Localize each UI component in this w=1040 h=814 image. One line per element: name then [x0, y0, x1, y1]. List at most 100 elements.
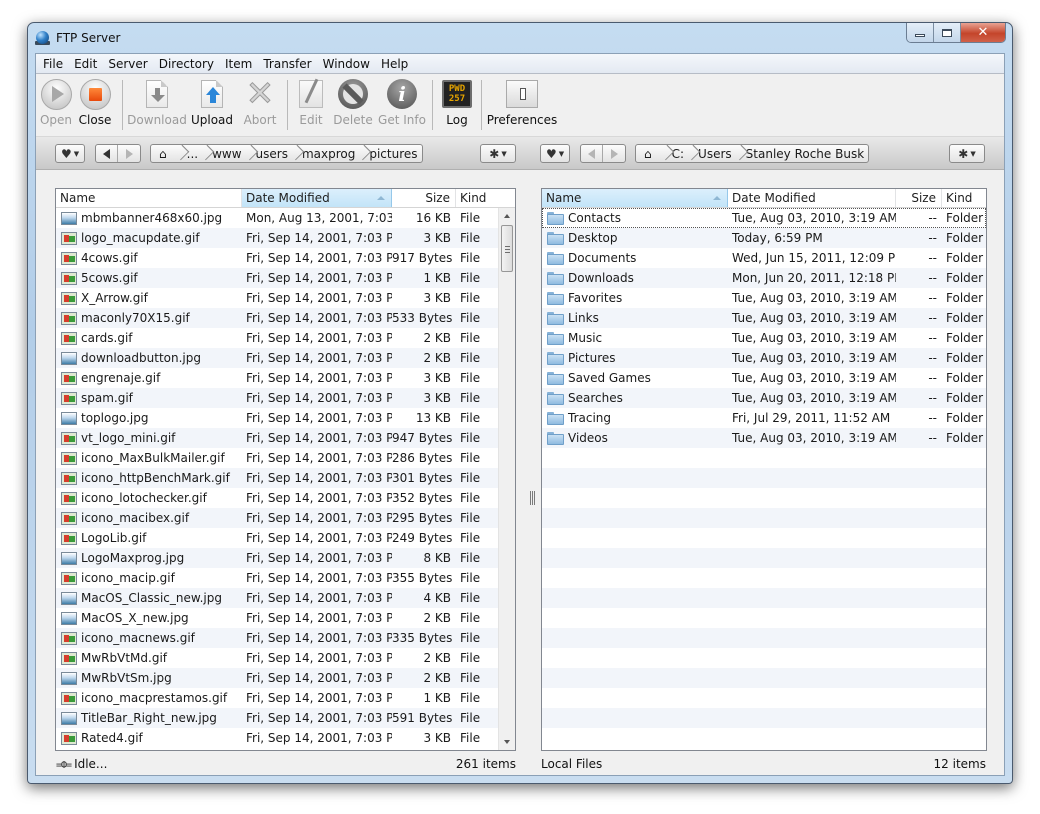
folder-row[interactable]: Music Tue, Aug 03, 2010, 3:19 AM -- Folder — [542, 328, 986, 348]
file-row[interactable]: icono_macip.gif Fri, Sep 14, 2001, 7:03 P… — [56, 568, 499, 588]
minimize-button[interactable] — [907, 23, 934, 42]
file-row[interactable]: LogoLib.gif Fri, Sep 14, 2001, 7:03 PM 249… — [56, 528, 499, 548]
folder-row[interactable]: Contacts Tue, Aug 03, 2010, 3:19 AM -- Fold… — [542, 208, 986, 228]
file-row[interactable]: 4cows.gif Fri, Sep 14, 2001, 7:03 PM 917 B… — [56, 248, 499, 268]
file-size: 13 KB — [415, 411, 451, 425]
menu-file[interactable]: File — [39, 57, 70, 71]
file-row[interactable]: downloadbutton.jpg Fri, Sep 14, 2001, 7:0… — [56, 348, 499, 368]
remote-scrollbar[interactable] — [498, 208, 515, 750]
menu-edit[interactable]: Edit — [70, 57, 104, 71]
folder-row[interactable]: Saved Games Tue, Aug 03, 2010, 3:19 AM -- F… — [542, 368, 986, 388]
file-row[interactable]: maconly70X15.gif Fri, Sep 14, 2001, 7:03 … — [56, 308, 499, 328]
breadcrumb-item[interactable]: pictures — [367, 145, 421, 162]
empty-row — [542, 608, 986, 628]
scroll-up-icon[interactable] — [504, 214, 510, 218]
local-actions-button[interactable]: ✱ ▼ — [949, 144, 985, 163]
crumb-separator — [246, 145, 254, 162]
column-name[interactable]: Name — [542, 189, 728, 207]
local-forward-button[interactable] — [603, 145, 625, 162]
column-kind[interactable]: Kind — [456, 189, 500, 207]
file-row[interactable]: engrenaje.gif Fri, Sep 14, 2001, 7:03 PM 3… — [56, 368, 499, 388]
folder-name: Music — [568, 331, 603, 345]
menu-directory[interactable]: Directory — [155, 57, 221, 71]
column-date-modified[interactable]: Date Modified — [728, 189, 896, 207]
file-row[interactable]: toplogo.jpg Fri, Sep 14, 2001, 7:03 PM 13 … — [56, 408, 499, 428]
close-connection-button[interactable]: Close — [72, 74, 118, 132]
column-name[interactable]: Name — [56, 189, 242, 207]
crumb-separator — [292, 145, 300, 162]
column-kind[interactable]: Kind — [942, 189, 986, 207]
local-favorites-button[interactable]: ♥ ▼ — [540, 144, 571, 163]
download-button[interactable]: Download — [127, 74, 187, 132]
menu-window[interactable]: Window — [319, 57, 377, 71]
folder-row[interactable]: Desktop Today, 6:59 PM -- Folder — [542, 228, 986, 248]
breadcrumb-item[interactable]: Stanley Roche Busk — [744, 145, 869, 162]
remote-home-crumb[interactable]: ⌂ — [151, 145, 177, 162]
remote-file-list[interactable]: Name Date Modified Size Kind mbmbanner46… — [55, 188, 516, 751]
pane-splitter-handle[interactable] — [530, 491, 536, 505]
preferences-button[interactable]: Preferences — [486, 74, 558, 132]
file-row[interactable]: Rated4.gif Fri, Sep 14, 2001, 7:03 PM 3 KB… — [56, 728, 499, 748]
file-row[interactable]: icono_macprestamos.gif Fri, Sep 14, 2001,… — [56, 688, 499, 708]
folder-row[interactable]: Pictures Tue, Aug 03, 2010, 3:19 AM -- Fold… — [542, 348, 986, 368]
title-bar[interactable]: FTP Server ✕ — [28, 23, 1012, 53]
file-row[interactable]: cards.gif Fri, Sep 14, 2001, 7:03 PM 2 KB F… — [56, 328, 499, 348]
remote-back-button[interactable] — [96, 145, 118, 162]
log-button[interactable]: PWD 257 Log — [437, 74, 477, 132]
edit-button[interactable]: Edit — [292, 74, 330, 132]
breadcrumb-item[interactable]: users — [254, 145, 292, 162]
upload-button[interactable]: Upload — [187, 74, 237, 132]
column-date-modified[interactable]: Date Modified — [242, 189, 392, 207]
file-row[interactable]: vt_logo_mini.gif Fri, Sep 14, 2001, 7:03 … — [56, 428, 499, 448]
column-size[interactable]: Size — [392, 189, 456, 207]
file-row[interactable]: MwRbVtMd.gif Fri, Sep 14, 2001, 7:03 PM 2 … — [56, 648, 499, 668]
file-row[interactable]: icono_macnews.gif Fri, Sep 14, 2001, 7:03… — [56, 628, 499, 648]
file-row[interactable]: icono_macibex.gif Fri, Sep 14, 2001, 7:03… — [56, 508, 499, 528]
file-row[interactable]: icono_MaxBulkMailer.gif Fri, Sep 14, 2001… — [56, 448, 499, 468]
file-row[interactable]: icono_lotochecker.gif Fri, Sep 14, 2001, … — [56, 488, 499, 508]
local-file-list[interactable]: Name Date Modified Size Kind Contacts Tue… — [541, 188, 987, 751]
file-row[interactable]: MacOS_X_new.jpg Fri, Sep 14, 2001, 7:03 P… — [56, 608, 499, 628]
folder-row[interactable]: Favorites Tue, Aug 03, 2010, 3:19 AM -- Fol… — [542, 288, 986, 308]
local-home-crumb[interactable]: ⌂ — [636, 145, 662, 162]
scroll-down-icon[interactable] — [504, 740, 510, 744]
menu-server[interactable]: Server — [104, 57, 154, 71]
menu-help[interactable]: Help — [377, 57, 415, 71]
abort-button[interactable]: ✕ Abort — [237, 74, 283, 132]
remote-actions-button[interactable]: ✱ ▼ — [480, 144, 516, 163]
menu-transfer[interactable]: Transfer — [259, 57, 318, 71]
folder-row[interactable]: Links Tue, Aug 03, 2010, 3:19 AM -- Folder — [542, 308, 986, 328]
scroll-thumb[interactable] — [501, 225, 513, 272]
breadcrumb-item[interactable]: maxprog — [300, 145, 359, 162]
close-window-button[interactable]: ✕ — [961, 23, 1005, 42]
folder-row[interactable]: Searches Tue, Aug 03, 2010, 3:19 AM -- Fold… — [542, 388, 986, 408]
file-row[interactable]: LogoMaxprog.jpg Fri, Sep 14, 2001, 7:03 P… — [56, 548, 499, 568]
file-row[interactable]: MacOS_Classic_new.jpg Fri, Sep 14, 2001, … — [56, 588, 499, 608]
folder-row[interactable]: Tracing Fri, Jul 29, 2011, 11:52 AM -- Fold… — [542, 408, 986, 428]
folder-row[interactable]: Documents Wed, Jun 15, 2011, 12:09 PM -- Fo… — [542, 248, 986, 268]
open-button[interactable]: Open — [40, 74, 72, 132]
get-info-button[interactable]: i Get Info — [376, 74, 428, 132]
file-row[interactable]: 5cows.gif Fri, Sep 14, 2001, 7:03 PM 1 KB F… — [56, 268, 499, 288]
toolbar-separator — [481, 80, 482, 130]
remote-favorites-button[interactable]: ♥ ▼ — [55, 144, 86, 163]
folder-row[interactable]: Videos Tue, Aug 03, 2010, 3:19 AM -- Folder — [542, 428, 986, 448]
column-size[interactable]: Size — [896, 189, 942, 207]
breadcrumb-item[interactable]: www — [210, 145, 245, 162]
menu-item[interactable]: Item — [221, 57, 259, 71]
file-kind: File — [460, 491, 481, 505]
local-back-button[interactable] — [581, 145, 603, 162]
file-row[interactable]: MwRbVtSm.jpg Fri, Sep 14, 2001, 7:03 PM 2 … — [56, 668, 499, 688]
delete-button[interactable]: Delete — [330, 74, 376, 132]
file-row[interactable]: spam.gif Fri, Sep 14, 2001, 7:03 PM 3 KB Fi… — [56, 388, 499, 408]
file-row[interactable]: logo_macupdate.gif Fri, Sep 14, 2001, 7:0… — [56, 228, 499, 248]
maximize-button[interactable] — [934, 23, 961, 42]
folder-row[interactable]: Downloads Mon, Jun 20, 2011, 12:18 PM -- Fo… — [542, 268, 986, 288]
file-row[interactable]: X_Arrow.gif Fri, Sep 14, 2001, 7:03 PM 3 K… — [56, 288, 499, 308]
folder-name-cell: Pictures — [542, 351, 728, 365]
breadcrumb-item[interactable]: Users — [696, 145, 736, 162]
file-row[interactable]: mbmbanner468x60.jpg Mon, Aug 13, 2001, 7:… — [56, 208, 499, 228]
file-row[interactable]: TitleBar_Right_new.jpg Fri, Sep 14, 2001,… — [56, 708, 499, 728]
remote-forward-button[interactable] — [118, 145, 140, 162]
file-row[interactable]: icono_httpBenchMark.gif Fri, Sep 14, 2001… — [56, 468, 499, 488]
